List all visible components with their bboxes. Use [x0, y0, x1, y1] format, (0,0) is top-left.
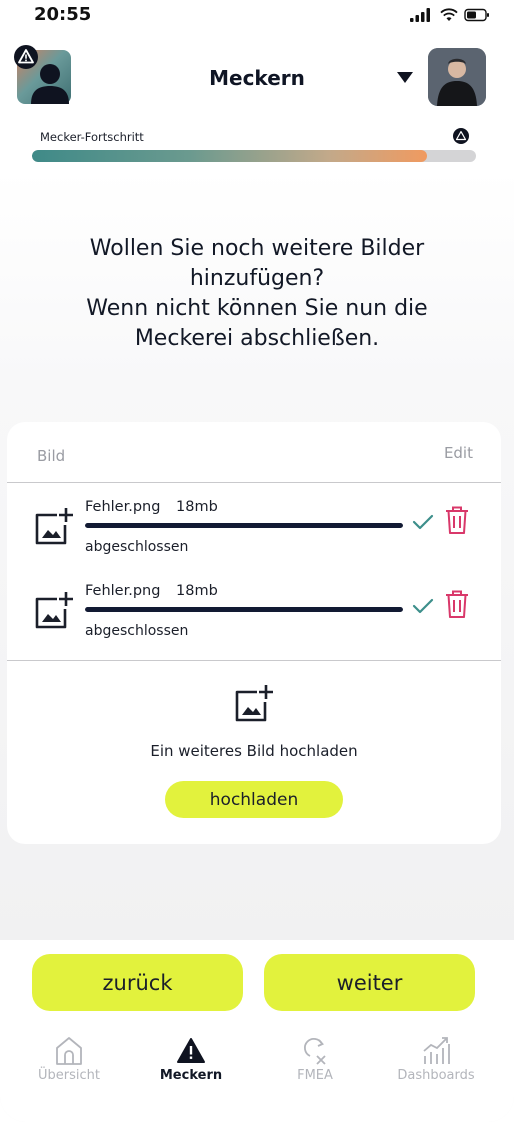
- file-status: abgeschlossen: [85, 623, 189, 639]
- instruction-line: hinzufügen?: [189, 266, 325, 291]
- progress-bar: [32, 150, 476, 162]
- status-time: 20:55: [34, 4, 92, 25]
- tab-label: Dashboards: [397, 1068, 475, 1083]
- chevron-down-icon[interactable]: [396, 71, 414, 84]
- upload-prompt: Ein weiteres Bild hochladen: [150, 742, 358, 760]
- progress-label: Mecker-Fortschritt: [40, 130, 144, 144]
- warning-icon: [453, 128, 469, 144]
- check-icon: [412, 598, 434, 614]
- trash-icon[interactable]: [444, 505, 470, 535]
- file-row: Fehler.png 18mb abgeschlossen: [7, 499, 501, 569]
- profile-avatar[interactable]: [428, 48, 486, 106]
- file-row: Fehler.png 18mb abgeschlossen: [7, 583, 501, 653]
- battery-icon: [464, 8, 489, 22]
- tab-label: Übersicht: [38, 1068, 100, 1083]
- file-progress-fill: [85, 607, 403, 612]
- instruction-line: Wollen Sie noch weitere Bilder: [89, 236, 425, 261]
- wifi-icon: [440, 8, 458, 21]
- file-size: 18mb: [176, 583, 218, 599]
- home-icon: [56, 1037, 82, 1065]
- app-screen: 20:55 Meckern Mecker-Fortschritt Wollen …: [0, 0, 514, 1122]
- back-button[interactable]: zurück: [32, 954, 243, 1011]
- bottom-bar: zurück weiter Übersicht Meckern FMEA Das…: [0, 940, 514, 1122]
- fmea-icon: [303, 1037, 326, 1065]
- next-button[interactable]: weiter: [264, 954, 475, 1011]
- file-name: Fehler.png: [85, 583, 161, 599]
- file-progress-bar: [85, 523, 403, 528]
- progress-bar-fill: [32, 150, 428, 162]
- status-icons: [410, 8, 490, 22]
- instruction-line: Meckerei abschließen.: [134, 326, 380, 351]
- divider: [7, 660, 501, 661]
- divider: [7, 482, 501, 483]
- add-image-icon: [35, 508, 73, 545]
- file-status: abgeschlossen: [85, 539, 189, 555]
- profile-photo-icon: [428, 48, 486, 106]
- tab-dashboards[interactable]: Dashboards: [376, 1034, 496, 1083]
- file-progress-bar: [85, 607, 403, 612]
- signal-icon: [410, 8, 430, 22]
- tab-meckern[interactable]: Meckern: [131, 1034, 251, 1083]
- column-header-edit: Edit: [443, 444, 473, 462]
- instruction-line: Wenn nicht können Sie nun die: [86, 296, 428, 321]
- column-header-image: Bild: [37, 447, 66, 465]
- tab-overview[interactable]: Übersicht: [9, 1034, 129, 1083]
- file-size: 18mb: [176, 499, 218, 515]
- tab-fmea[interactable]: FMEA: [255, 1034, 375, 1083]
- tab-label: FMEA: [297, 1068, 333, 1083]
- warning-icon: [177, 1038, 205, 1063]
- chart-icon: [423, 1037, 450, 1064]
- status-bar: 20:55: [0, 0, 514, 34]
- add-image-icon: [35, 592, 73, 629]
- add-image-icon[interactable]: [233, 684, 275, 724]
- trash-icon[interactable]: [444, 589, 470, 619]
- instruction-text: Wollen Sie noch weitere Bilder hinzufüge…: [30, 234, 484, 354]
- file-name: Fehler.png: [85, 499, 161, 515]
- tab-label: Meckern: [159, 1068, 223, 1083]
- app-header: Meckern: [0, 34, 514, 120]
- check-icon: [412, 514, 434, 530]
- upload-card: Bild Edit Fehler.png 18mb abgeschlossen: [7, 422, 501, 844]
- file-progress-fill: [85, 523, 403, 528]
- upload-button[interactable]: hochladen: [165, 781, 343, 818]
